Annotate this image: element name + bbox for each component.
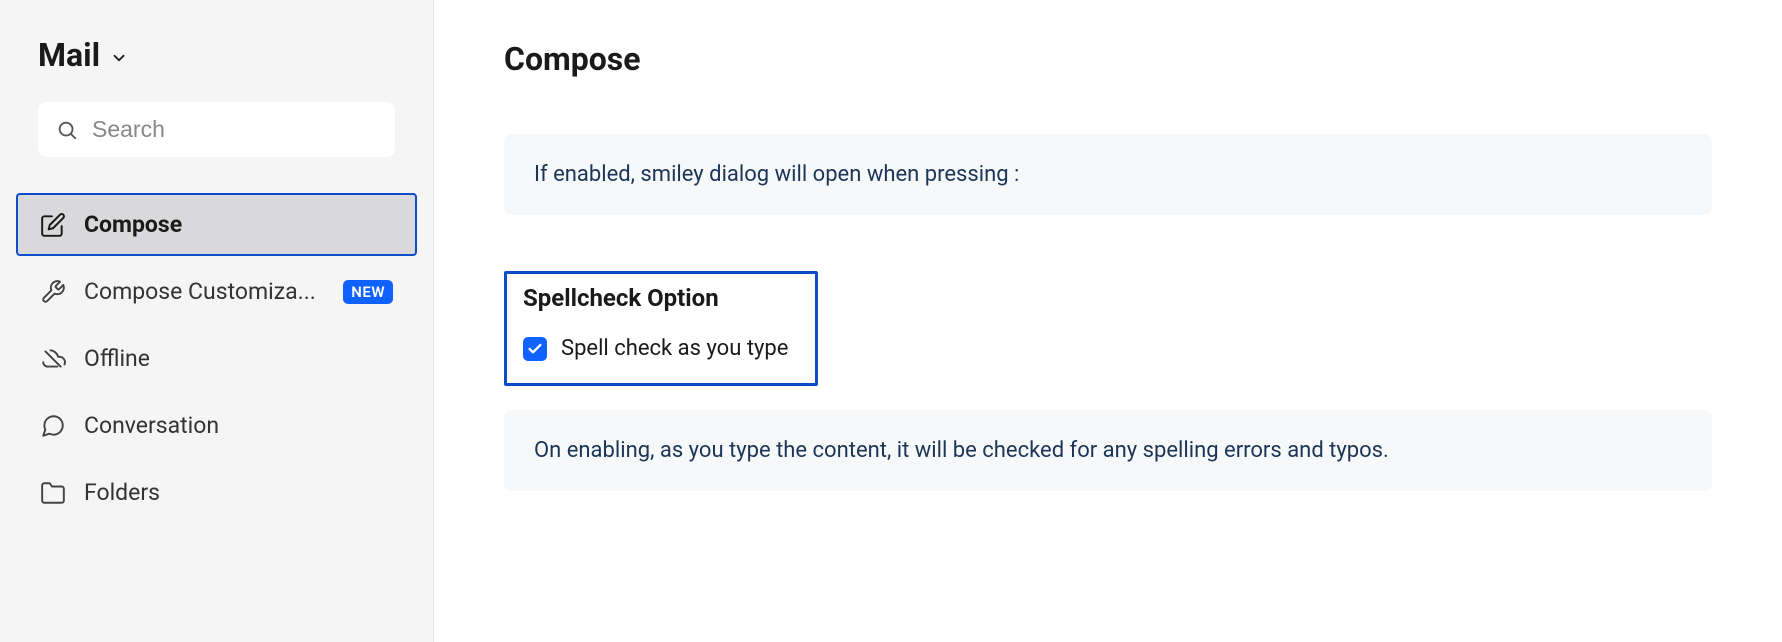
- sidebar-item-label: Compose: [84, 211, 393, 238]
- sidebar: Mail Compose Compose Customiza... NEW: [0, 0, 434, 642]
- sidebar-item-label: Offline: [84, 345, 393, 372]
- sidebar-item-compose-customization[interactable]: Compose Customiza... NEW: [16, 260, 417, 323]
- tools-icon: [40, 279, 66, 305]
- sidebar-title: Mail: [38, 36, 100, 74]
- cloud-off-icon: [40, 346, 66, 372]
- info-box-spellcheck: On enabling, as you type the content, it…: [504, 410, 1712, 491]
- search-icon: [56, 119, 78, 141]
- sidebar-item-offline[interactable]: Offline: [16, 327, 417, 390]
- folder-icon: [40, 480, 66, 506]
- sidebar-item-label: Folders: [84, 479, 393, 506]
- sidebar-item-label: Compose Customiza...: [84, 278, 325, 305]
- sidebar-item-label: Conversation: [84, 412, 393, 439]
- info-box-smiley: If enabled, smiley dialog will open when…: [504, 134, 1712, 215]
- compose-icon: [40, 212, 66, 238]
- main-content: Compose If enabled, smiley dialog will o…: [434, 0, 1782, 642]
- new-badge: NEW: [343, 280, 393, 304]
- search-box[interactable]: [38, 102, 395, 157]
- sidebar-category-selector[interactable]: Mail: [0, 36, 433, 102]
- checkbox-label: Spell check as you type: [561, 336, 788, 361]
- search-wrapper: [0, 102, 433, 193]
- sidebar-item-conversation[interactable]: Conversation: [16, 394, 417, 457]
- nav-list: Compose Compose Customiza... NEW Offline…: [0, 193, 433, 524]
- page-title: Compose: [504, 40, 1712, 78]
- conversation-icon: [40, 413, 66, 439]
- section-title: Spellcheck Option: [523, 284, 799, 312]
- sidebar-item-folders[interactable]: Folders: [16, 461, 417, 524]
- spellcheck-section: Spellcheck Option Spell check as you typ…: [504, 271, 818, 386]
- sidebar-item-compose[interactable]: Compose: [16, 193, 417, 256]
- checkbox-checked[interactable]: [523, 337, 547, 361]
- chevron-down-icon: [110, 49, 128, 67]
- spellcheck-checkbox-row[interactable]: Spell check as you type: [523, 336, 799, 361]
- search-input[interactable]: [92, 116, 377, 143]
